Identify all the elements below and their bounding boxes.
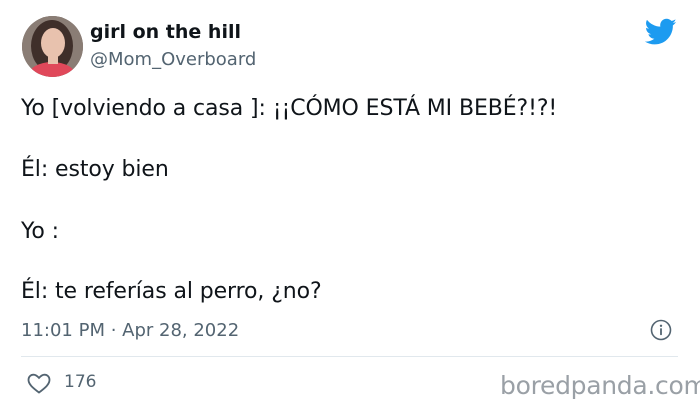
tweet-card: girl on the hill @Mom_Overboard Yo [volv… [0,0,700,410]
tweet-text-line: Él: te referías al perro, ¿no? [21,279,322,304]
like-count: 176 [64,372,97,392]
heart-icon[interactable] [27,373,51,394]
tweet-text-line: Yo : [21,219,59,244]
tweet-timestamp[interactable]: 11:01 PM · Apr 28, 2022 [21,320,239,341]
watermark: boredpanda.com [500,371,700,400]
divider [21,356,678,357]
twitter-bird-icon[interactable] [645,18,677,46]
tweet-text-line: Él: estoy bien [21,157,169,182]
avatar[interactable] [22,16,83,77]
user-handle[interactable]: @Mom_Overboard [90,49,256,70]
display-name[interactable]: girl on the hill [90,21,241,43]
info-icon[interactable] [650,319,672,341]
tweet-text-line: Yo [volviendo a casa ]: ¡¡CÓMO ESTÁ MI B… [21,96,558,121]
